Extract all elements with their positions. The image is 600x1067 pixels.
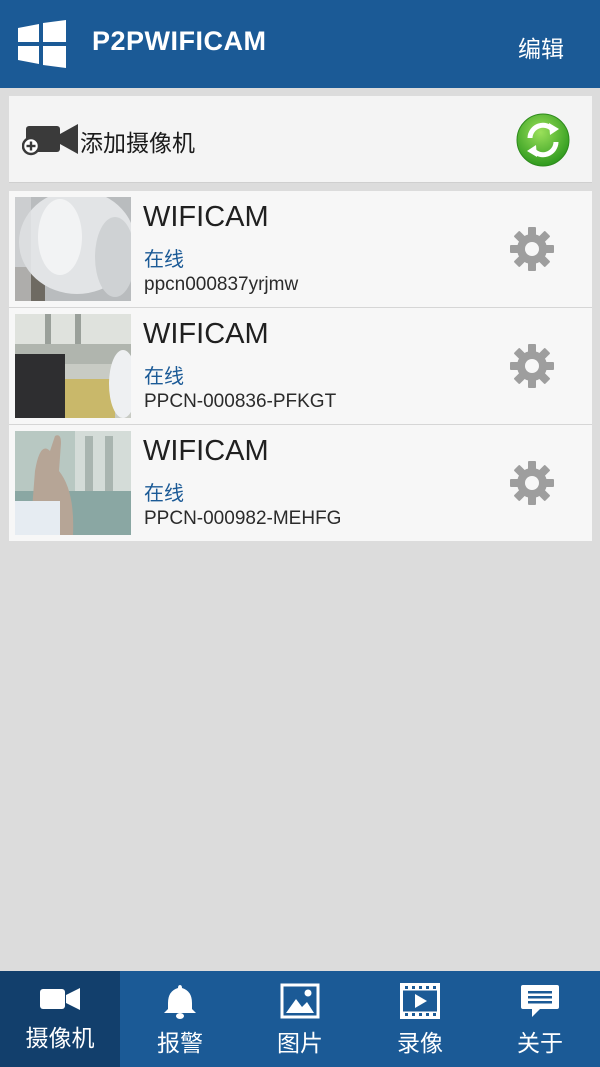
camera-list-item[interactable]: WIFICAM 在线 PPCN-000836-PFKGT xyxy=(9,308,592,425)
app-title: P2PWIFICAM xyxy=(92,26,267,56)
tab-alarm[interactable]: 报警 xyxy=(120,971,240,1067)
tab-pictures[interactable]: 图片 xyxy=(240,971,360,1067)
camera-name: WIFICAM xyxy=(143,435,269,467)
bottom-tab-bar: 摄像机 报警 图片 录像 关于 xyxy=(0,971,600,1067)
camera-status: 在线 xyxy=(144,364,184,388)
tab-about[interactable]: 关于 xyxy=(480,971,600,1067)
gear-icon[interactable] xyxy=(509,226,555,272)
tab-camera[interactable]: 摄像机 xyxy=(0,971,120,1067)
picture-icon xyxy=(280,983,320,1019)
camera-uid: PPCN-000982-MEHFG xyxy=(144,508,342,529)
camera-name: WIFICAM xyxy=(143,318,269,350)
camera-thumbnail xyxy=(15,197,131,301)
tab-label: 摄像机 xyxy=(25,1026,95,1052)
add-camera-label: 添加摄像机 xyxy=(80,131,195,157)
add-camera-row[interactable]: 添加摄像机 xyxy=(9,96,592,183)
tab-label: 报警 xyxy=(157,1031,203,1057)
camera-list: WIFICAM 在线 ppcn000837yrjmw WIFICAM 在线 PP… xyxy=(9,191,592,541)
camera-uid: PPCN-000836-PFKGT xyxy=(144,391,337,412)
camera-thumbnail xyxy=(15,314,131,418)
camera-list-item[interactable]: WIFICAM 在线 ppcn000837yrjmw xyxy=(9,191,592,308)
edit-button[interactable]: 编辑 xyxy=(518,30,564,64)
refresh-icon[interactable] xyxy=(516,113,570,167)
tab-label: 关于 xyxy=(517,1031,563,1057)
gear-icon[interactable] xyxy=(509,460,555,506)
video-camera-icon xyxy=(40,988,80,1010)
tab-recordings[interactable]: 录像 xyxy=(360,971,480,1067)
gear-icon[interactable] xyxy=(509,343,555,389)
video-file-icon xyxy=(400,983,440,1019)
camera-thumbnail xyxy=(15,431,131,535)
windows-menu-icon[interactable] xyxy=(16,20,68,68)
camera-name: WIFICAM xyxy=(143,201,269,233)
app-header: P2PWIFICAM 编辑 xyxy=(0,0,600,88)
camera-status: 在线 xyxy=(144,247,184,271)
tab-label: 图片 xyxy=(277,1031,323,1057)
camera-status: 在线 xyxy=(144,481,184,505)
tab-label: 录像 xyxy=(397,1031,443,1057)
video-camera-add-icon xyxy=(22,124,78,156)
camera-list-item[interactable]: WIFICAM 在线 PPCN-000982-MEHFG xyxy=(9,425,592,541)
camera-uid: ppcn000837yrjmw xyxy=(144,274,299,295)
message-icon xyxy=(521,985,559,1017)
bell-icon xyxy=(164,985,196,1019)
